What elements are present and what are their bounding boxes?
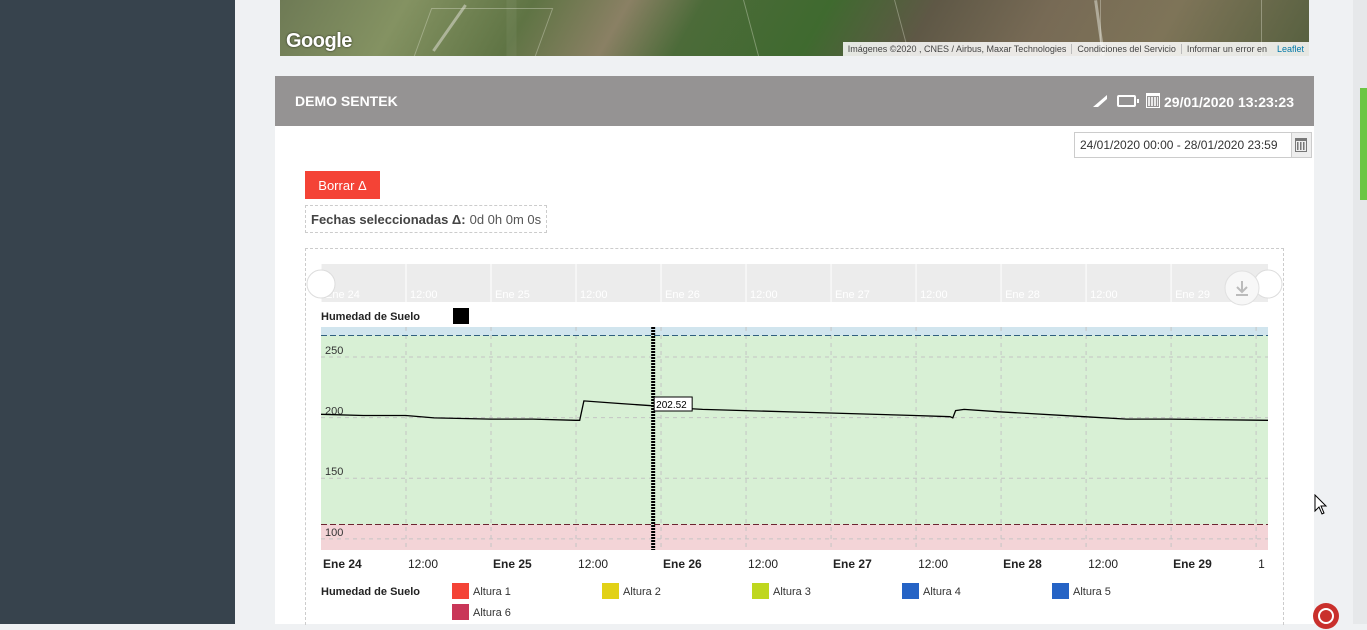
y-tick-label: 250 (325, 345, 343, 357)
zone-high (321, 327, 1268, 336)
navigator-left-handle (306, 269, 336, 299)
device-name: DEMO SENTEK (295, 93, 398, 109)
navigator-tick-label: Ene 27 (835, 289, 870, 301)
battery-icon (1117, 95, 1139, 107)
scrollbar-track[interactable] (1353, 0, 1367, 624)
navigator-tick-label: 12:00 (410, 289, 438, 301)
last-update: 29/01/2020 13:23:23 (1146, 92, 1294, 110)
help-lifebuoy-icon[interactable] (1313, 603, 1339, 629)
y-tick-label: 150 (325, 466, 343, 478)
zone-optimal (321, 335, 1268, 525)
zone-low (321, 524, 1268, 550)
legend-swatch[interactable] (602, 583, 619, 599)
x-tick-label: Ene 25 (493, 557, 532, 571)
soil-moisture-chart[interactable]: Ene 24 12:00 Ene 25 12:00 Ene 26 12:00 Ene 27 1… (306, 249, 1283, 625)
date-range-picker[interactable] (1074, 132, 1312, 158)
x-tick-label: 12:00 (1088, 557, 1118, 571)
attribution-report-link[interactable]: Informar un error en (1180, 44, 1272, 54)
legend-item-label[interactable]: Altura 3 (773, 586, 811, 598)
date-range-calendar-button[interactable] (1290, 133, 1311, 157)
y-tick-label: 100 (325, 527, 343, 539)
legend-item-label[interactable]: Altura 2 (623, 586, 661, 598)
selected-dates-label: Fechas seleccionadas Δ: (311, 211, 466, 227)
device-status: 29/01/2020 13:23:23 (1093, 92, 1294, 110)
navigator-tick-label: Ene 26 (665, 289, 700, 301)
navigator-tick-label: 12:00 (580, 289, 608, 301)
attribution-terms-link[interactable]: Condiciones del Servicio (1071, 44, 1181, 54)
satellite-map[interactable]: Google Imágenes ©2020 , CNES / Airbus, M… (280, 0, 1309, 56)
device-header: DEMO SENTEK 29/01/2020 13:23:23 (275, 76, 1314, 126)
legend-title: Humedad de Suelo (321, 586, 420, 598)
navigator-tick-label: 12:00 (750, 289, 778, 301)
x-tick-label: Ene 27 (833, 557, 872, 571)
x-tick-label: 12:00 (918, 557, 948, 571)
date-range-input[interactable] (1075, 133, 1291, 157)
navigator-tick-label: Ene 28 (1005, 289, 1040, 301)
signal-icon (1093, 95, 1107, 107)
legend-item-label[interactable]: Altura 1 (473, 586, 511, 598)
legend-item-label[interactable]: Altura 4 (923, 586, 961, 598)
x-tick-label: Ene 26 (663, 557, 702, 571)
legend-item-label[interactable]: Altura 5 (1073, 586, 1111, 598)
leaflet-link[interactable]: Leaflet (1272, 44, 1309, 54)
device-card: DEMO SENTEK 29/01/2020 13:23:23 Borrar Δ… (275, 76, 1314, 625)
x-tick-label: 1 (1258, 557, 1265, 571)
x-tick-label: 12:00 (748, 557, 778, 571)
calendar-icon (1146, 92, 1160, 108)
legend-swatch[interactable] (452, 583, 469, 599)
x-tick-label: 12:00 (408, 557, 438, 571)
chart-container: Ene 24 12:00 Ene 25 12:00 Ene 26 12:00 Ene 27 1… (305, 248, 1284, 625)
legend-swatch[interactable] (452, 604, 469, 620)
chart-title-swatch (453, 308, 469, 324)
selected-dates-value: 0d 0h 0m 0s (469, 211, 542, 227)
navigator-band (321, 264, 1268, 302)
legend-swatch[interactable] (1052, 583, 1069, 599)
chart-title: Humedad de Suelo (321, 311, 420, 323)
attribution-imagery: Imágenes ©2020 , CNES / Airbus, Maxar Te… (847, 44, 1067, 54)
x-tick-label: Ene 24 (323, 557, 362, 571)
google-logo: Google (286, 30, 352, 52)
last-update-timestamp: 29/01/2020 13:23:23 (1164, 93, 1294, 110)
clear-delta-button[interactable]: Borrar Δ (305, 171, 380, 199)
navigator-tick-label: Ene 29 (1175, 289, 1210, 301)
navigator-tick-label: 12:00 (1090, 289, 1118, 301)
calendar-icon (1295, 138, 1308, 152)
x-tick-label: 12:00 (578, 557, 608, 571)
sidebar (0, 0, 235, 624)
navigator-tick-label: 12:00 (920, 289, 948, 301)
legend-swatch[interactable] (752, 583, 769, 599)
y-tick-label: 200 (325, 406, 343, 418)
scrollbar-thumb[interactable] (1360, 88, 1367, 200)
x-tick-label: Ene 29 (1173, 557, 1212, 571)
navigator-tick-label: Ene 25 (495, 289, 530, 301)
selected-dates: Fechas seleccionadas Δ: 0d 0h 0m 0s (305, 205, 548, 233)
legend-swatch[interactable] (902, 583, 919, 599)
tooltip-value: 202.52 (656, 400, 687, 411)
legend-item-label[interactable]: Altura 6 (473, 607, 511, 619)
map-attribution: Imágenes ©2020 , CNES / Airbus, Maxar Te… (842, 42, 1309, 56)
map-field (408, 8, 554, 56)
x-tick-label: Ene 28 (1003, 557, 1042, 571)
mouse-cursor-icon (1314, 494, 1328, 515)
